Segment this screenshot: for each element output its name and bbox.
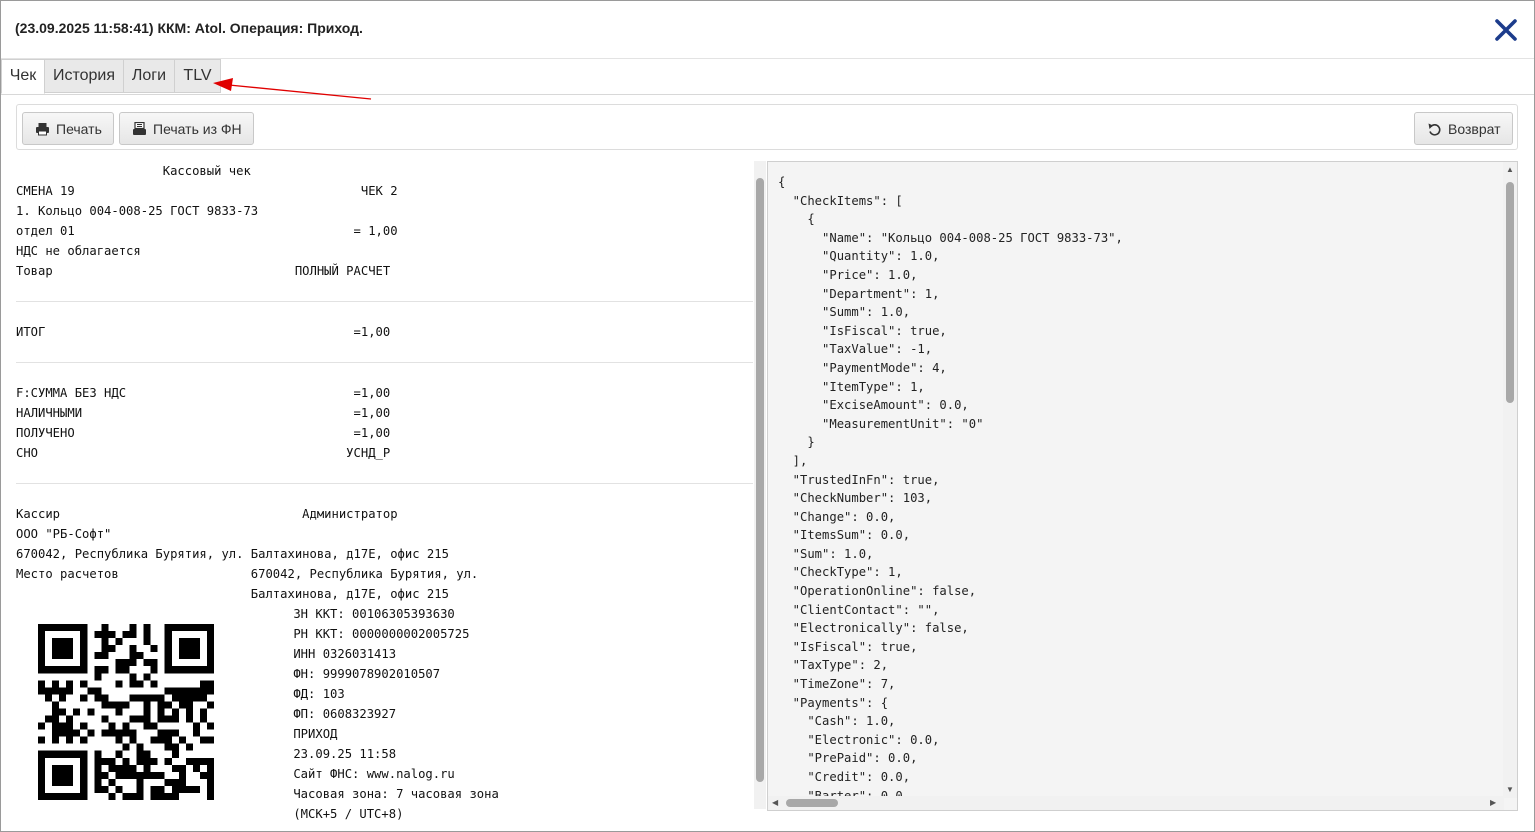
receipt-line: СМЕНА 19 ЧЕК 2 xyxy=(16,184,398,198)
json-line: "Summ": 1.0, xyxy=(778,305,911,320)
receipt-line: ФП: 0608323927 xyxy=(264,707,397,721)
json-line: { xyxy=(778,212,815,227)
json-line: } xyxy=(778,435,815,450)
return-button[interactable]: Возврат xyxy=(1414,112,1513,145)
json-line: "TaxValue": -1, xyxy=(778,342,933,357)
json-line: "Department": 1, xyxy=(778,286,940,301)
printer-icon xyxy=(35,122,50,136)
json-line: "TaxType": 2, xyxy=(778,658,889,673)
tab-tlv[interactable]: TLV xyxy=(175,59,221,93)
qr-code xyxy=(38,624,214,800)
json-line: "OperationOnline": false, xyxy=(778,584,977,599)
receipt-divider xyxy=(16,483,753,484)
receipt-toolbar: Печать Печать из ФН Возврат xyxy=(16,104,1518,150)
receipt-line: СНО УСНД_Р xyxy=(16,446,391,460)
json-line: "MeasurementUnit": "0" xyxy=(778,416,984,431)
receipt-line: ИНН 0326031413 xyxy=(264,647,397,661)
json-horizontal-scrollbar[interactable]: ◀ ▶ xyxy=(768,796,1504,810)
receipt-line: НАЛИЧНЫМИ =1,00 xyxy=(16,406,391,420)
scroll-up-icon[interactable]: ▲ xyxy=(1506,166,1514,174)
print-button[interactable]: Печать xyxy=(22,112,114,145)
receipt-line: Часовая зона: 7 часовая зона xyxy=(264,787,499,801)
json-line: "IsFiscal": true, xyxy=(778,639,918,654)
receipt-line: 23.09.25 11:58 xyxy=(264,747,397,761)
json-line: "IsFiscal": true, xyxy=(778,323,947,338)
receipt-line: ЗН ККТ: 00106305393630 xyxy=(264,607,455,621)
return-button-label: Возврат xyxy=(1448,120,1501,137)
undo-icon xyxy=(1427,122,1442,136)
dialog-header: (23.09.2025 11:58:41) ККМ: Atol. Операци… xyxy=(1,1,1534,59)
json-line: "CheckType": 1, xyxy=(778,565,903,580)
json-text: { "CheckItems": [ { "Name": "Кольцо 004-… xyxy=(778,173,1123,805)
json-line: "TimeZone": 7, xyxy=(778,677,896,692)
tab-bar: Чек История Логи TLV xyxy=(1,59,1534,95)
print-button-label: Печать xyxy=(56,120,102,137)
json-line: "ItemType": 1, xyxy=(778,379,925,394)
json-horizontal-scrollbar-thumb[interactable] xyxy=(786,799,838,807)
receipt-line: РН ККТ: 0000000002005725 xyxy=(264,627,470,641)
receipt-line: Товар ПОЛНЫЙ РАСЧЕТ xyxy=(16,264,391,278)
scroll-left-icon[interactable]: ◀ xyxy=(772,799,778,807)
json-line: "Electronically": false, xyxy=(778,621,969,636)
receipt-line: ПРИХОД xyxy=(264,727,338,741)
json-line: "Quantity": 1.0, xyxy=(778,249,940,264)
receipt-line: Балтахинова, д17Е, офис 215 xyxy=(16,587,449,601)
receipt-line: ООО "РБ-Софт" xyxy=(16,527,112,541)
json-line: "Change": 0.0, xyxy=(778,509,896,524)
receipt-line: (МСК+5 / UTC+8) xyxy=(264,807,404,821)
receipt-line: НДС не облагается xyxy=(16,244,141,258)
scroll-right-icon[interactable]: ▶ xyxy=(1490,799,1496,807)
tab-history[interactable]: История xyxy=(45,59,124,93)
print-from-fn-button[interactable]: Печать из ФН xyxy=(119,112,254,145)
receipt-line: 1. Кольцо 004-008-25 ГОСТ 9833-73 xyxy=(16,204,259,218)
json-line: "Electronic": 0.0, xyxy=(778,732,940,747)
receipt-scrollbar-thumb[interactable] xyxy=(756,178,764,782)
json-line: "CheckNumber": 103, xyxy=(778,491,933,506)
json-line: "ExciseAmount": 0.0, xyxy=(778,398,969,413)
receipt-line: Кассир Администратор xyxy=(16,507,398,521)
receipt-line: отдел 01 = 1,00 xyxy=(16,224,398,238)
json-line: { xyxy=(778,175,786,189)
receipt-preview: Кассовый чек СМЕНА 19 ЧЕК 2 1. Кольцо 00… xyxy=(16,161,753,821)
tab-logs[interactable]: Логи xyxy=(124,59,175,93)
receipt-line: Место расчетов 670042, Республика Буряти… xyxy=(16,567,479,581)
scroll-down-icon[interactable]: ▼ xyxy=(1506,786,1514,794)
json-vertical-scrollbar[interactable]: ▲ ▼ xyxy=(1503,162,1517,798)
json-line: "Price": 1.0, xyxy=(778,267,918,282)
json-line: "Sum": 1.0, xyxy=(778,546,874,561)
json-line: "Cash": 1.0, xyxy=(778,714,896,729)
receipt-line: 670042, Республика Бурятия, ул. Балтахин… xyxy=(16,547,449,561)
json-line: ], xyxy=(778,453,808,468)
json-view: { "CheckItems": [ { "Name": "Кольцо 004-… xyxy=(767,161,1518,811)
receipt-line: Кассовый чек xyxy=(16,164,251,178)
receipt-line: ФД: 103 xyxy=(264,687,345,701)
receipt-divider xyxy=(16,301,753,302)
json-vertical-scrollbar-thumb[interactable] xyxy=(1506,182,1514,403)
fiscal-printer-icon xyxy=(132,121,147,136)
receipt-line: ФН: 9999078902010507 xyxy=(264,667,441,681)
receipt-divider xyxy=(16,362,753,363)
json-line: "Name": "Кольцо 004-008-25 ГОСТ 9833-73"… xyxy=(778,230,1123,245)
json-line: "PrePaid": 0.0, xyxy=(778,751,918,766)
receipt-dialog: (23.09.2025 11:58:41) ККМ: Atol. Операци… xyxy=(0,0,1535,832)
receipt-line: ПОЛУЧЕНО =1,00 xyxy=(16,426,391,440)
json-line: "CheckItems": [ xyxy=(778,193,903,208)
tab-check[interactable]: Чек xyxy=(1,59,45,94)
json-line: "Payments": { xyxy=(778,695,889,710)
json-line: "ItemsSum": 0.0, xyxy=(778,528,911,543)
print-from-fn-label: Печать из ФН xyxy=(153,120,242,137)
json-line: "PaymentMode": 4, xyxy=(778,360,947,375)
close-icon[interactable] xyxy=(1492,16,1520,44)
receipt-line: Сайт ФНС: www.nalog.ru xyxy=(264,767,455,781)
json-line: "TrustedInFn": true, xyxy=(778,472,940,487)
dialog-title: (23.09.2025 11:58:41) ККМ: Atol. Операци… xyxy=(15,20,363,36)
json-line: "Credit": 0.0, xyxy=(778,770,911,784)
receipt-line: ИТОГ =1,00 xyxy=(16,325,391,339)
receipt-line: F:СУММА БЕЗ НДС =1,00 xyxy=(16,386,391,400)
receipt-scrollbar[interactable] xyxy=(754,161,766,809)
json-line: "ClientContact": "", xyxy=(778,602,940,617)
